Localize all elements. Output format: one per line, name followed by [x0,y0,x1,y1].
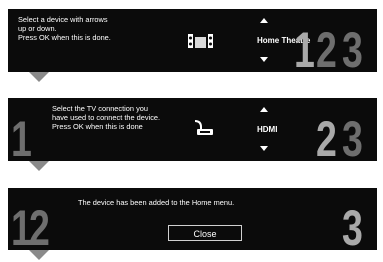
step-number-1: 1 [294,22,315,72]
close-button[interactable]: Close [168,225,242,241]
step2-instruction: Select the TV connection you have used t… [52,104,160,131]
home-theatre-speakers-icon [188,33,214,49]
step2-instruction-line-1: Select the TV connection you [52,104,149,113]
step-number-3: 3 [342,22,363,72]
step-number-2: 2 [316,111,337,161]
step1-instruction: Select a device with arrows up or down. … [18,15,111,42]
step2-pointer [29,161,49,171]
step-number-2: 2 [29,200,50,250]
down-arrow-icon[interactable] [260,146,268,151]
step1-panel: Select a device with arrows up or down. … [8,9,377,72]
step3-panel: 1 2 The device has been added to the Hom… [8,188,377,250]
step-number-3: 3 [342,200,363,250]
step2-instruction-line-3: Press OK when this is done [52,122,143,131]
step2-instruction-line-2: have used to connect the device. [52,113,161,122]
down-arrow-icon[interactable] [260,57,268,62]
up-arrow-icon[interactable] [260,18,268,23]
step2-selected-value[interactable]: HDMI [257,125,277,134]
step1-pointer [29,72,49,82]
step-number-3: 3 [342,111,363,161]
step3-message: The device has been added to the Home me… [78,198,235,207]
step-number-1: 1 [11,111,32,161]
step-number-1: 1 [11,200,32,250]
step-number-2: 2 [316,22,337,72]
step3-pointer [29,250,49,260]
up-arrow-icon[interactable] [260,107,268,112]
step1-instruction-line-3: Press OK when this is done. [18,33,111,42]
step2-panel: 1 Select the TV connection you have used… [8,98,377,161]
step1-instruction-line-2: up or down. [18,24,57,33]
hdmi-cable-icon [193,119,217,137]
step1-instruction-line-1: Select a device with arrows [18,15,108,24]
